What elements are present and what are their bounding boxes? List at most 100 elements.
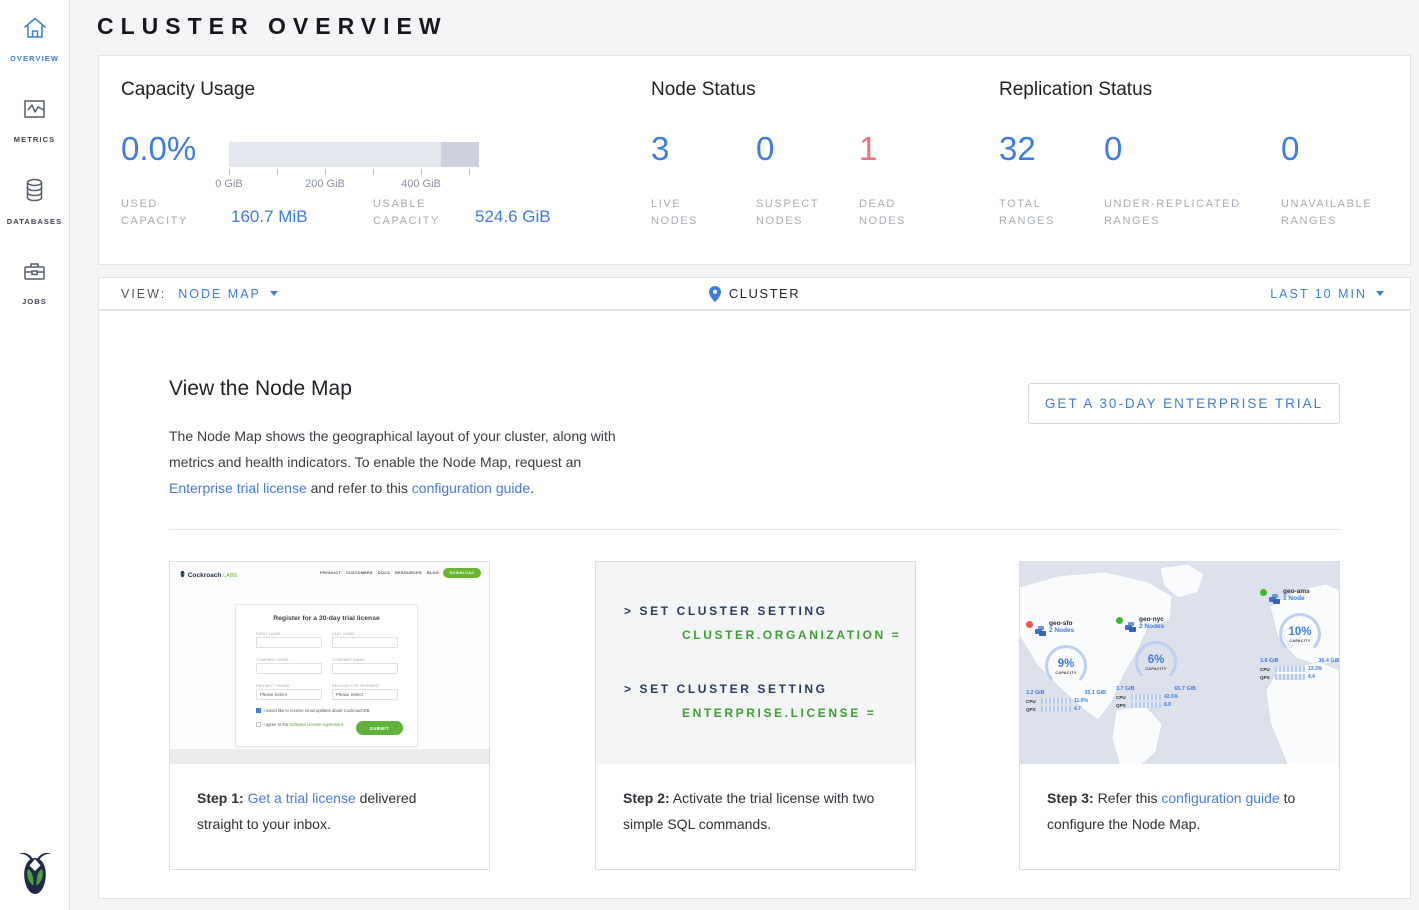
summary-card: Capacity Usage 0.0% 0 GiB 200 GiB 400 Gi… xyxy=(98,55,1411,265)
databases-icon xyxy=(21,192,48,209)
usable-capacity-label: USABLECAPACITY xyxy=(373,196,440,230)
sidebar: OVERVIEW METRICS DATABASES JOBS xyxy=(0,0,70,910)
submit-button-preview: SUBMIT xyxy=(356,721,403,735)
metrics-icon xyxy=(21,110,48,127)
axis-tick xyxy=(373,169,374,175)
chevron-down-icon xyxy=(1376,291,1384,296)
nodes-icon xyxy=(1035,623,1046,641)
trial-license-screenshot: Cockroach LABS PRODUCTCUSTOMERSDOCSRESOU… xyxy=(170,562,489,764)
unavailable-ranges-label: UNAVAILABLERANGES xyxy=(1281,196,1372,230)
configuration-guide-link[interactable]: configuration guide xyxy=(412,480,530,496)
sidebar-item-overview[interactable]: OVERVIEW xyxy=(0,14,69,63)
usable-capacity-value: 524.6 GiB xyxy=(475,207,551,227)
node-map-preview-image: geo-sfo2 Nodes 9% CAPACITY 3.2 GiB35.1 G… xyxy=(1020,562,1339,764)
unavailable-ranges-value: 0 xyxy=(1281,130,1299,168)
cockroach-logo xyxy=(15,848,55,898)
chevron-down-icon[interactable] xyxy=(270,291,278,296)
node-map-heading: View the Node Map xyxy=(169,377,352,401)
axis-tick-label: 200 GiB xyxy=(295,178,355,190)
enterprise-trial-license-link[interactable]: Enterprise trial license xyxy=(169,480,307,496)
qps-sparkline xyxy=(1131,702,1161,708)
select-preview: Please Select xyxy=(332,689,398,700)
step2-card: > SET CLUSTER SETTING CLUSTER.ORGANIZATI… xyxy=(595,561,916,870)
field-label: LAST NAME xyxy=(332,632,355,636)
qps-sparkline xyxy=(1041,706,1071,712)
text-input-preview xyxy=(332,637,398,648)
capacity-percent: 0.0% xyxy=(121,130,196,168)
email-updates-checkbox-preview: I would like to receive email updates ab… xyxy=(256,708,371,713)
node-map-description: The Node Map shows the geographical layo… xyxy=(169,423,616,501)
trial-register-form-preview: Register for a 30-day trial license FIRS… xyxy=(235,604,418,747)
locality-widget-geo-nyc: geo-nyc2 Nodes 6% CAPACITY 3.7 GiB65.7 G… xyxy=(1116,616,1196,708)
view-selector[interactable]: NODE MAP xyxy=(178,287,261,301)
axis-tick-label: 0 GiB xyxy=(199,178,259,190)
capacity-gauge: 9% CAPACITY xyxy=(1045,645,1087,687)
description-line: Enterprise trial license and refer to th… xyxy=(169,475,616,501)
capacity-gauge: 10% CAPACITY xyxy=(1279,613,1321,655)
field-label: COMPANY NAME xyxy=(256,658,289,662)
axis-tick xyxy=(469,169,470,175)
total-ranges-value: 32 xyxy=(999,130,1036,168)
time-range-value: LAST 10 MIN xyxy=(1270,287,1367,301)
sidebar-item-label: OVERVIEW xyxy=(0,54,69,63)
view-label: VIEW: xyxy=(121,287,166,301)
configuration-guide-link[interactable]: configuration guide xyxy=(1161,790,1279,806)
sidebar-item-databases[interactable]: DATABASES xyxy=(0,176,69,226)
field-label: PROJECT PHASE xyxy=(256,684,290,688)
map-pin-icon xyxy=(709,286,721,302)
used-capacity-value: 160.7 MiB xyxy=(231,207,308,227)
download-button-preview: DOWNLOAD xyxy=(443,568,481,578)
cluster-overview-page: OVERVIEW METRICS DATABASES JOBS xyxy=(0,0,1419,910)
locality-widget-geo-ams: geo-ams1 Node 10% CAPACITY 3.6 GiB36.4 G… xyxy=(1260,588,1339,680)
sidebar-item-label: JOBS xyxy=(0,297,69,306)
text-input-preview xyxy=(332,663,398,674)
live-nodes-value: 3 xyxy=(651,130,669,168)
jobs-icon xyxy=(21,272,48,289)
sql-commands-graphic: > SET CLUSTER SETTING CLUSTER.ORGANIZATI… xyxy=(596,562,915,764)
license-agreement-checkbox-preview: I agree to the Software License Agreemen… xyxy=(256,722,344,727)
replication-status-title: Replication Status xyxy=(999,79,1152,101)
under-replicated-ranges-label: UNDER-REPLICATEDRANGES xyxy=(1104,196,1241,230)
sql-arg: CLUSTER.ORGANIZATION = xyxy=(682,628,901,642)
sidebar-item-label: METRICS xyxy=(0,135,69,144)
text-input-preview xyxy=(256,663,322,674)
total-ranges-label: TOTALRANGES xyxy=(999,196,1055,230)
nodes-icon xyxy=(1269,591,1280,609)
sql-arg: ENTERPRISE.LICENSE = xyxy=(682,706,876,720)
step1-card: Cockroach LABS PRODUCTCUSTOMERSDOCSRESOU… xyxy=(169,561,490,870)
axis-tick-label: 400 GiB xyxy=(391,178,451,190)
step1-caption: Step 1: Get a trial license delivered st… xyxy=(170,764,489,869)
used-capacity-label: USEDCAPACITY xyxy=(121,196,188,230)
axis-tick xyxy=(229,169,230,175)
node-status-title: Node Status xyxy=(651,79,756,101)
sidebar-item-label: DATABASES xyxy=(0,217,69,226)
description-line: metrics and health indicators. To enable… xyxy=(169,449,616,475)
mini-site-footer xyxy=(170,749,489,764)
status-dot-green-icon xyxy=(1260,589,1267,596)
sidebar-item-jobs[interactable]: JOBS xyxy=(0,258,69,306)
sql-line: > SET CLUSTER SETTING xyxy=(624,682,828,696)
time-range-selector[interactable]: LAST 10 MIN xyxy=(1270,287,1384,301)
axis-tick xyxy=(325,169,326,175)
locality-widget-geo-sfo: geo-sfo2 Nodes 9% CAPACITY 3.2 GiB35.1 G… xyxy=(1026,620,1106,712)
capacity-gauge: 6% CAPACITY xyxy=(1135,641,1177,683)
cockroach-labs-wordmark: Cockroach LABS xyxy=(179,569,237,579)
step2-caption: Step 2: Activate the trial license with … xyxy=(596,764,915,869)
cpu-sparkline xyxy=(1041,698,1071,704)
live-nodes-label: LIVENODES xyxy=(651,196,698,230)
cpu-sparkline xyxy=(1131,694,1161,700)
capacity-usage-title: Capacity Usage xyxy=(121,79,255,101)
form-title: Register for a 30-day trial license xyxy=(236,615,417,622)
status-dot-red-icon xyxy=(1026,621,1033,628)
get-enterprise-trial-button[interactable]: GET A 30-DAY ENTERPRISE TRIAL xyxy=(1028,383,1340,424)
section-divider xyxy=(169,529,1340,530)
sql-line: > SET CLUSTER SETTING xyxy=(624,604,828,618)
sidebar-item-metrics[interactable]: METRICS xyxy=(0,96,69,144)
get-trial-license-link[interactable]: Get a trial license xyxy=(248,790,356,806)
home-icon xyxy=(21,29,49,46)
capacity-bar xyxy=(229,142,479,167)
dead-nodes-value: 1 xyxy=(859,130,877,168)
field-label: FIRST NAME xyxy=(256,632,281,636)
axis-tick xyxy=(421,169,422,175)
under-replicated-ranges-value: 0 xyxy=(1104,130,1122,168)
